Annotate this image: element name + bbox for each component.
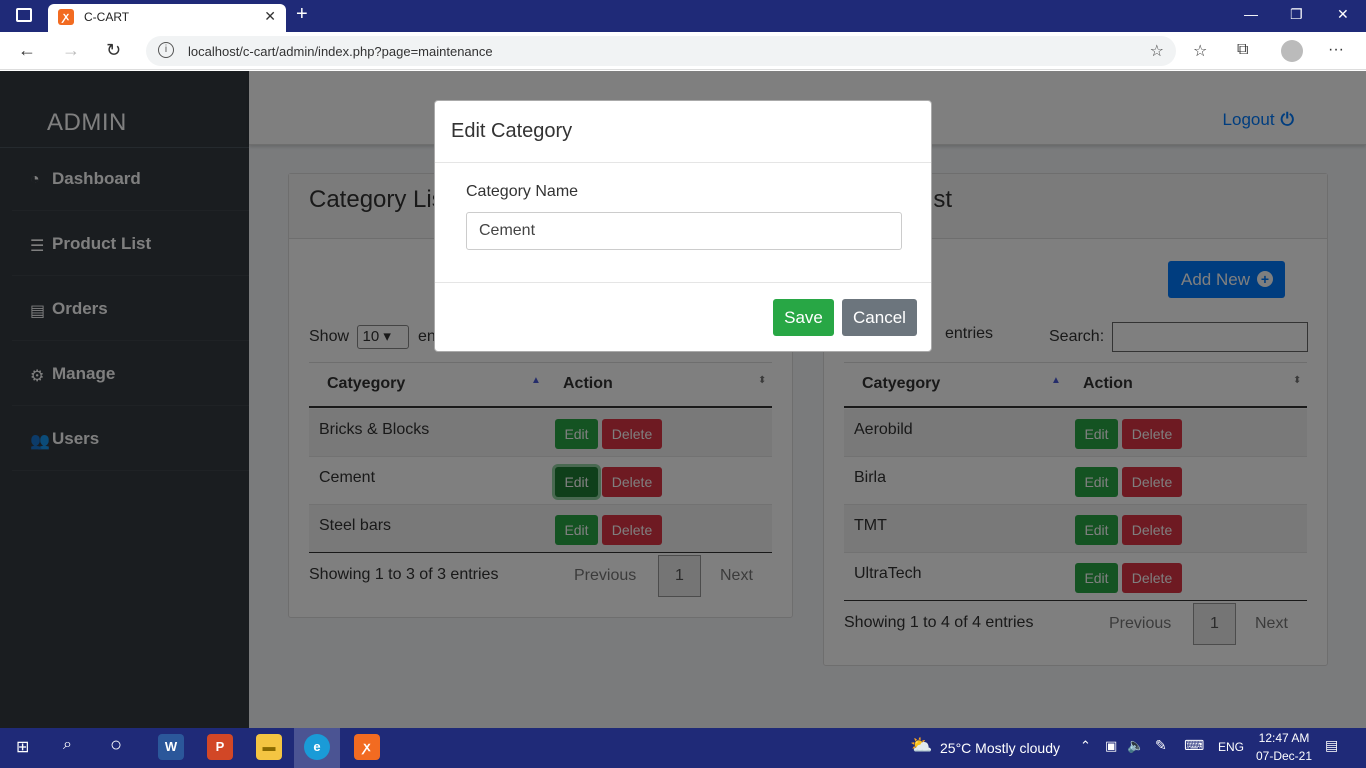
cortana-icon[interactable]: ○: [110, 734, 122, 757]
xampp-icon[interactable]: ꭗ: [354, 734, 380, 760]
profile-avatar[interactable]: [1281, 40, 1303, 62]
tab-close-icon[interactable]: ✕: [264, 8, 276, 25]
browser-titlebar: ꭗ C-CART ✕ + — ❐ ✕: [0, 0, 1366, 32]
cancel-button[interactable]: Cancel: [842, 299, 917, 336]
new-tab-button[interactable]: +: [296, 3, 308, 26]
meet-now-icon[interactable]: ▣: [1105, 738, 1117, 754]
favorites-icon[interactable]: ☆: [1193, 41, 1207, 61]
keyboard-icon[interactable]: ⌨: [1184, 737, 1204, 754]
info-icon[interactable]: i: [158, 42, 174, 58]
windows-taskbar: ⊞ ⌕ ○ W P ▬ e ꭗ ⛅ 25°C Mostly cloudy ⌃ ▣…: [0, 728, 1366, 768]
url-text[interactable]: localhost/c-cart/admin/index.php?page=ma…: [188, 44, 493, 59]
file-explorer-icon[interactable]: ▬: [256, 734, 282, 760]
edge-icon[interactable]: e: [304, 734, 330, 760]
save-button[interactable]: Save: [773, 299, 834, 336]
tab-actions-icon[interactable]: [16, 8, 32, 22]
language-indicator[interactable]: ENG: [1218, 740, 1244, 754]
search-icon[interactable]: ⌕: [63, 736, 72, 754]
category-name-label: Category Name: [466, 183, 579, 200]
collections-icon[interactable]: ⧉: [1237, 41, 1248, 59]
edit-category-modal: Edit Category Category Name Save Cancel: [434, 100, 932, 352]
xampp-favicon-icon: ꭗ: [58, 9, 74, 25]
address-toolbar: ← → ↻ i localhost/c-cart/admin/index.php…: [0, 32, 1366, 70]
volume-icon[interactable]: 🔈: [1127, 737, 1144, 754]
modal-header: Edit Category: [435, 101, 931, 163]
clock-date[interactable]: 07-Dec-21: [1252, 749, 1316, 763]
forward-arrow-icon[interactable]: →: [62, 40, 80, 61]
word-icon[interactable]: W: [158, 734, 184, 760]
refresh-icon[interactable]: ↻: [106, 40, 121, 61]
restore-button[interactable]: ❐: [1290, 6, 1303, 23]
weather-text[interactable]: 25°C Mostly cloudy: [940, 740, 1060, 756]
weather-icon[interactable]: ⛅: [910, 735, 932, 756]
more-menu-icon[interactable]: ···: [1328, 41, 1344, 59]
powerpoint-icon[interactable]: P: [207, 734, 233, 760]
clock-time[interactable]: 12:47 AM: [1252, 731, 1316, 745]
minimize-button[interactable]: —: [1244, 6, 1258, 22]
windows-start-icon[interactable]: ⊞: [16, 737, 29, 757]
tab-title: C-CART: [84, 10, 130, 24]
notifications-icon[interactable]: ▤: [1325, 737, 1338, 754]
chevron-up-icon[interactable]: ⌃: [1080, 738, 1091, 754]
modal-footer-divider: [435, 282, 931, 283]
browser-tab[interactable]: ꭗ C-CART ✕: [48, 4, 286, 32]
category-name-input[interactable]: [466, 212, 902, 250]
url-bar[interactable]: i localhost/c-cart/admin/index.php?page=…: [146, 36, 1176, 66]
add-favorite-icon[interactable]: ☆: [1150, 41, 1164, 61]
pen-icon[interactable]: ✎: [1155, 737, 1167, 754]
modal-title: Edit Category: [451, 120, 573, 142]
back-arrow-icon[interactable]: ←: [18, 40, 36, 61]
close-window-button[interactable]: ✕: [1337, 6, 1349, 23]
